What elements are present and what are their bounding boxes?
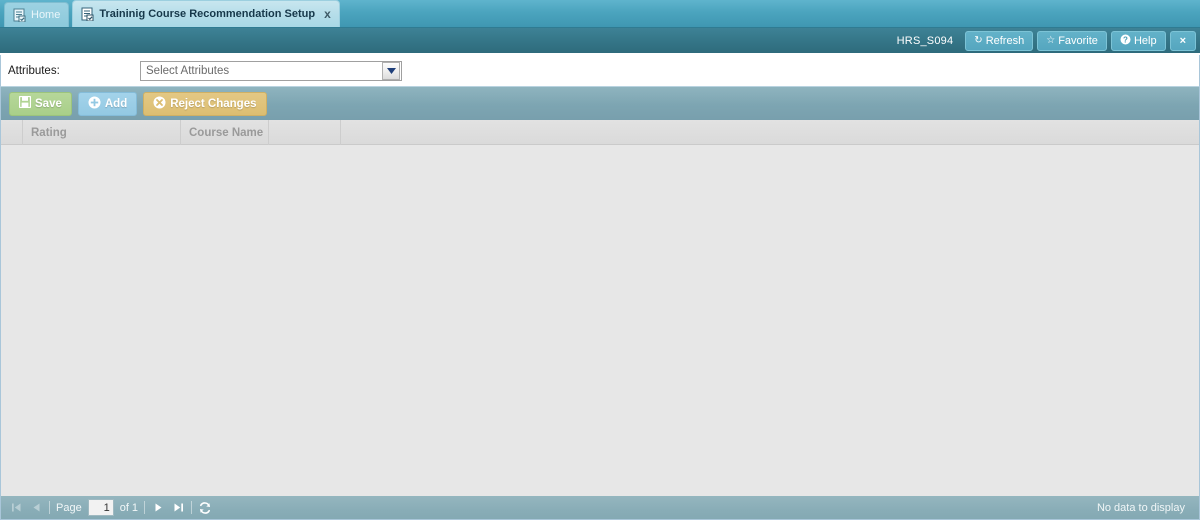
grid-footer: Page of 1 [0, 496, 1200, 520]
help-button-label: Help [1133, 34, 1157, 47]
grid-column-extra-1[interactable] [269, 120, 341, 145]
grid-status-message: No data to display [1096, 501, 1185, 514]
page-total-label: of 1 [119, 501, 139, 514]
tab-bar: Home Traininig Course Recommendation Set… [0, 0, 1200, 28]
chevron-down-icon[interactable] [382, 61, 400, 80]
reject-changes-button[interactable]: Reject Changes [143, 91, 267, 116]
close-icon: × [1179, 34, 1186, 47]
attributes-select-value: Select Attributes [146, 64, 230, 77]
star-icon: ☆ [1046, 34, 1056, 46]
close-icon[interactable]: x [324, 8, 331, 20]
close-window-button[interactable]: × [1169, 30, 1196, 51]
add-button-label: Add [104, 97, 128, 110]
grid-column-rating[interactable]: Rating [23, 120, 181, 145]
attributes-label: Attributes: [8, 64, 60, 77]
grid-column-selector[interactable] [1, 120, 23, 145]
page-icon [81, 7, 94, 21]
plus-circle-icon [88, 96, 101, 112]
pager: Page of 1 [9, 499, 212, 516]
pager-divider [191, 501, 193, 514]
grid-header-row: Rating Course Name [1, 120, 1199, 145]
pager-divider [49, 501, 50, 514]
page-number-input[interactable] [87, 499, 114, 516]
help-icon: ? [1120, 34, 1131, 48]
module-code: HRS_S094 [896, 34, 954, 47]
help-button[interactable]: ? Help [1110, 30, 1166, 51]
application-window: Home Traininig Course Recommendation Set… [0, 0, 1200, 520]
pager-divider [144, 501, 146, 514]
save-button-label: Save [35, 97, 62, 110]
data-grid: Rating Course Name [0, 120, 1200, 496]
x-circle-icon [153, 96, 166, 112]
tab-training-course-recommendation-setup[interactable]: Traininig Course Recommendation Setup x [72, 0, 340, 27]
refresh-grid-icon[interactable] [198, 501, 212, 515]
grid-column-course-name[interactable]: Course Name [181, 120, 269, 145]
next-page-icon[interactable] [151, 501, 165, 515]
tab-active-label: Traininig Course Recommendation Setup [99, 8, 316, 20]
favorite-button[interactable]: ☆ Favorite [1037, 30, 1107, 51]
previous-page-icon[interactable] [29, 501, 43, 515]
svg-text:?: ? [1123, 35, 1128, 44]
save-button[interactable]: Save [9, 91, 72, 116]
tab-home-label: Home [31, 9, 61, 21]
add-button[interactable]: Add [77, 91, 138, 116]
reject-changes-button-label: Reject Changes [170, 97, 257, 110]
floppy-disk-icon [18, 95, 32, 111]
refresh-button[interactable]: ↻ Refresh [965, 30, 1034, 51]
attributes-panel: Attributes: Select Attributes [0, 55, 1200, 86]
action-toolbar: Save Add Reject Changes [0, 86, 1200, 120]
grid-body [1, 145, 1199, 495]
last-page-icon[interactable] [171, 501, 185, 515]
favorite-button-label: Favorite [1058, 34, 1098, 47]
command-bar: HRS_S094 ↻ Refresh ☆ Favorite ? Help × [0, 28, 1200, 54]
grid-column-filler [341, 120, 1199, 145]
tab-home[interactable]: Home [4, 2, 70, 27]
page-word-label: Page [56, 501, 82, 514]
refresh-button-label: Refresh [985, 34, 1025, 47]
attributes-select[interactable]: Select Attributes [140, 60, 402, 81]
first-page-icon[interactable] [9, 501, 23, 515]
page-icon [13, 8, 26, 22]
refresh-icon: ↻ [974, 34, 983, 46]
